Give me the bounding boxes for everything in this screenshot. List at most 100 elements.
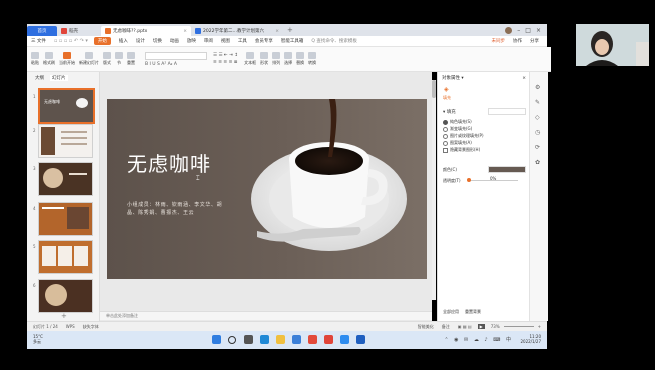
slides-tab[interactable]: 幻灯片 [50,75,68,81]
close-icon[interactable]: × [275,29,279,34]
slide-thumbnail-4[interactable] [38,202,93,236]
file-explorer-icon[interactable] [276,335,285,344]
play-current-button[interactable]: 当前开始 [59,52,75,66]
system-clock[interactable]: 11:20 2022/1/27 [520,334,541,344]
maximize-icon[interactable]: □ [525,27,531,34]
menu-member[interactable]: 会员专享 [255,38,273,44]
missing-font-button[interactable]: 缺失字体 [83,324,99,330]
scrollbar-thumb[interactable] [432,80,436,98]
zoom-slider[interactable] [503,326,534,327]
menu-start[interactable]: 开始 [93,37,111,45]
store-icon[interactable] [292,335,301,344]
transparency-value[interactable]: 0% [490,176,496,181]
share-button[interactable]: 分享 [530,38,539,44]
paste-button[interactable]: 粘贴 [31,52,39,66]
reset-button[interactable]: 重置 [127,52,135,66]
menu-review[interactable]: 审阅 [204,38,213,44]
pin-icon[interactable]: ✎ [535,99,540,106]
chrome-icon[interactable] [308,335,317,344]
section-button[interactable]: 节 [115,52,123,66]
list-icons[interactable]: ☰ ☰ ⇤ ⇥ ↕ [213,53,238,58]
fill-type-select[interactable] [488,108,526,115]
replace-button[interactable]: 替换 [296,52,305,66]
minimize-icon[interactable]: – [517,27,520,34]
search-command-input[interactable]: Q 查找命令、搜索模板 [311,38,356,44]
select-button[interactable]: 选择 [284,52,293,66]
search-icon[interactable] [228,336,236,344]
notes-toggle-button[interactable]: 备注 [442,324,450,330]
file-menu[interactable]: 三 文件 [31,38,46,44]
color-picker[interactable] [488,166,526,173]
task-view-icon[interactable] [244,335,253,344]
menu-tools[interactable]: 工具 [238,38,247,44]
slide-thumbnail-2[interactable] [38,124,93,158]
properties-icon[interactable]: ⚙ [535,84,540,91]
convert-button[interactable]: 转换 [308,52,317,66]
menu-slideshow[interactable]: 放映 [187,38,196,44]
menu-view[interactable]: 视图 [221,38,230,44]
share-icon[interactable]: ⟳ [535,144,540,151]
reset-background-button[interactable]: 重置背景 [465,309,481,315]
slide-body-text[interactable]: 小组成员：林雨、钦雨涵、李文华、胡晶、陈秀娟、曹振杰、王云 [127,201,223,217]
system-tray-icons[interactable]: ⌃ ◉ ✉ ☁ ♪ ⌨ 中 [444,336,513,343]
fill-option-pattern[interactable]: 图案填充(A) [443,140,472,146]
fill-bucket-icon[interactable]: ◈ [444,86,449,93]
view-mode-icons[interactable]: ▣ ▦ ▤ [458,324,472,329]
current-slide[interactable] [107,99,427,279]
windows-start-icon[interactable] [212,335,221,344]
collab-button[interactable]: 协作 [513,38,522,44]
meeting-app-icon[interactable] [356,335,365,344]
tab-home[interactable]: 首页 [27,26,57,36]
avatar[interactable] [505,26,513,34]
app-icon[interactable] [340,335,349,344]
panel-title[interactable]: 对象属性 ▾ [442,75,464,81]
hide-background-checkbox[interactable]: 隐藏背景图形(H) [443,147,480,153]
slider-handle[interactable] [467,178,471,182]
fill-option-solid[interactable]: 纯色填充(S) [443,119,472,125]
notes-pane[interactable]: 单击此处添加备注 [100,311,432,320]
slide-thumbnail-5[interactable] [38,240,93,274]
fill-tab[interactable]: 填充 [443,95,451,101]
shape-button[interactable]: 形状 [260,52,269,66]
zoom-level[interactable]: 73% [491,324,500,329]
weather-widget[interactable]: 15°C 多云 [33,334,43,344]
textbox-button[interactable]: 文本框 [244,52,256,66]
tab-active-document[interactable]: 无虑咖啡??.pptx × [101,26,191,36]
add-slide-icon[interactable]: + [61,312,67,320]
menu-insert[interactable]: 插入 [119,38,128,44]
history-icon[interactable]: ◷ [535,129,540,136]
fill-option-gradient[interactable]: 渐变填充(G) [443,126,472,132]
fill-option-picture[interactable]: 图片或纹理填充(P) [443,133,484,139]
menu-animation[interactable]: 动画 [170,38,179,44]
new-slide-button[interactable]: 新建幻灯片 [79,52,99,66]
slide-thumbnail-1[interactable]: 无虑咖啡 [38,88,95,124]
fill-section-header[interactable]: ▾ 填充 [443,109,456,115]
font-name-select[interactable] [145,51,207,60]
close-icon[interactable]: × [183,29,187,34]
window-close-icon[interactable]: × [536,27,541,34]
slide-title[interactable]: 无虑咖啡 [127,148,211,177]
align-icons[interactable]: ≡ ≡ ≡ ≡ ≣ [213,60,238,65]
panel-close-icon[interactable]: × [522,76,526,81]
vertical-scrollbar[interactable] [432,80,436,300]
zoom-in-icon[interactable]: + [538,324,541,329]
wps-icon[interactable] [324,335,333,344]
tab-docer[interactable]: 稻壳 [57,26,101,36]
smart-beautify-button[interactable]: 智能美化 [418,324,434,330]
menu-transition[interactable]: 切换 [153,38,162,44]
font-style-icons[interactable]: B I U S A² A₂ A [145,62,207,67]
outline-tab[interactable]: 大纲 [35,75,44,81]
menu-design[interactable]: 设计 [136,38,145,44]
slide-thumbnail-6[interactable] [38,279,93,313]
layout-button[interactable]: 版式 [103,52,111,66]
slideshow-play-icon[interactable]: ▶ [477,324,485,329]
tab-document[interactable]: 2022学年第二…教学计划第六 × [191,26,283,36]
format-painter-button[interactable]: 格式刷 [43,52,55,66]
shape-style-icon[interactable]: ◇ [535,114,540,121]
new-tab-button[interactable]: + [287,26,293,34]
edge-icon[interactable] [260,335,269,344]
slide-thumbnail-3[interactable] [38,162,93,196]
apply-all-button[interactable]: 全部应用 [443,309,459,315]
sync-status[interactable]: 未同步 [492,38,506,44]
arrange-button[interactable]: 排列 [272,52,281,66]
